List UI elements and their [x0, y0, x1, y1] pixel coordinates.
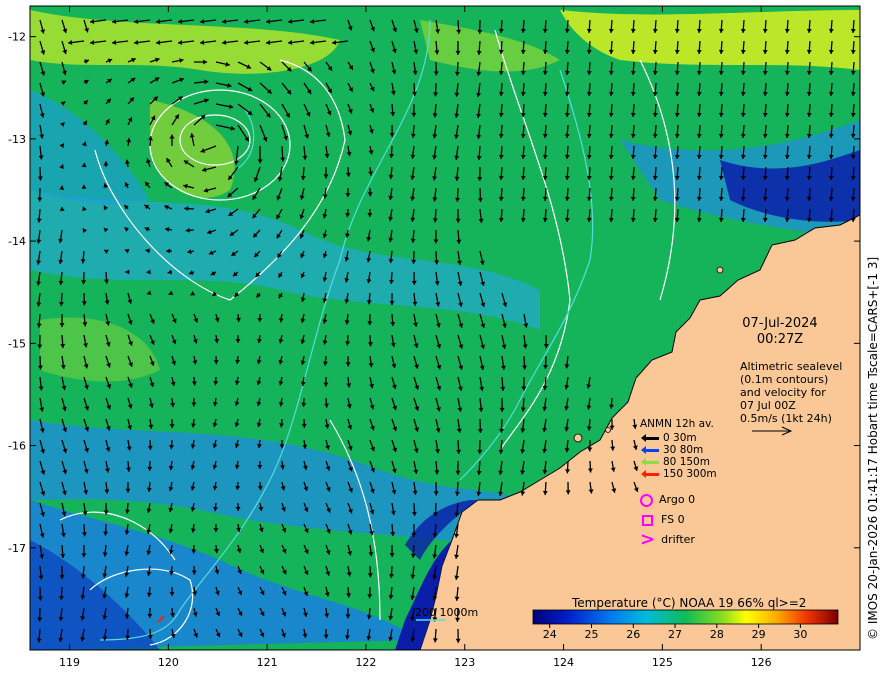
legend-argo: Argo 0	[640, 490, 717, 510]
bathy-scale-label: 200 1000m	[415, 606, 479, 619]
legend-arrow-icon	[641, 446, 659, 454]
legend-label: 80 150m	[663, 456, 710, 468]
altimetry-line: Altimetric sealevel	[740, 360, 843, 373]
legend-item: 0 30m	[640, 432, 717, 444]
legend-arrow-icon	[641, 470, 659, 478]
colorbar-tick-label: 28	[710, 628, 724, 641]
drifter-label: drifter	[661, 533, 695, 546]
lon-tick-label: 124	[553, 656, 574, 669]
lon-tick-label: 120	[158, 656, 179, 669]
credit-text: © IMOS 20-Jan-2026 01:41:17 Hobart time …	[866, 256, 880, 640]
colorbar	[532, 609, 839, 625]
altimetry-note: Altimetric sealevel (0.1m contours) and …	[740, 360, 842, 425]
fs-square-icon	[642, 514, 653, 526]
fs-label: FS 0	[661, 513, 685, 526]
argo-label: Argo 0	[659, 493, 696, 506]
drifter-chevron-icon: >	[640, 529, 656, 550]
island	[573, 433, 583, 443]
lat-tick-label: -12	[8, 31, 26, 44]
colorbar-tick-label: 29	[752, 628, 766, 641]
legend-drifter: > drifter	[640, 530, 717, 550]
legend-item: 30 80m	[640, 444, 717, 456]
argo-circle-icon	[640, 493, 653, 507]
colorbar-tick-label: 27	[668, 628, 682, 641]
lat-tick-label: -15	[8, 337, 26, 350]
altimetry-line: (0.1m contours)	[740, 373, 829, 386]
lon-tick-label: 125	[652, 656, 673, 669]
legend-arrow-icon	[641, 434, 659, 442]
altimetry-line: 07 Jul 00Z	[740, 399, 796, 412]
colorbar-tick-label: 30	[793, 628, 807, 641]
colorbar-title: Temperature (°C) NOAA 19 66% ql>=2	[572, 596, 807, 610]
date-time-block: 07-Jul-2024 00:27Z	[735, 316, 825, 348]
legend-label: 150 300m	[663, 468, 717, 480]
lat-tick-label: -16	[8, 440, 26, 453]
colorbar-tick-label: 25	[584, 628, 598, 641]
island	[716, 266, 724, 274]
colorbar-tick-label: 24	[543, 628, 557, 641]
lat-tick-label: -13	[8, 133, 26, 146]
altimetry-line: 0.5m/s (1kt 24h)	[740, 412, 832, 425]
lon-tick-label: 119	[59, 656, 80, 669]
altimetry-line: and velocity for	[740, 386, 826, 399]
legend-title: ANMN 12h av.	[640, 418, 714, 430]
colorbar-tick-label: 26	[626, 628, 640, 641]
time-label: 00:27Z	[756, 332, 804, 347]
legend-item: 150 300m	[640, 468, 717, 480]
lat-tick-label: -14	[8, 235, 26, 248]
lat-tick-label: -17	[8, 542, 26, 555]
legend-label: 30 80m	[663, 444, 704, 456]
legend-arrow-icon	[641, 458, 659, 466]
date-label: 07-Jul-2024	[742, 316, 818, 331]
legend-item: 80 150m	[640, 456, 717, 468]
legend-label: 0 30m	[663, 432, 697, 444]
island	[605, 427, 611, 433]
mooring-legend: ANMN 12h av. 0 30m 30 80m 80 150m 150 30…	[640, 418, 717, 550]
legend-fs: FS 0	[640, 510, 717, 530]
lon-tick-label: 122	[355, 656, 376, 669]
lon-tick-label: 123	[454, 656, 475, 669]
lon-tick-label: 121	[257, 656, 278, 669]
lon-tick-label: 126	[751, 656, 772, 669]
